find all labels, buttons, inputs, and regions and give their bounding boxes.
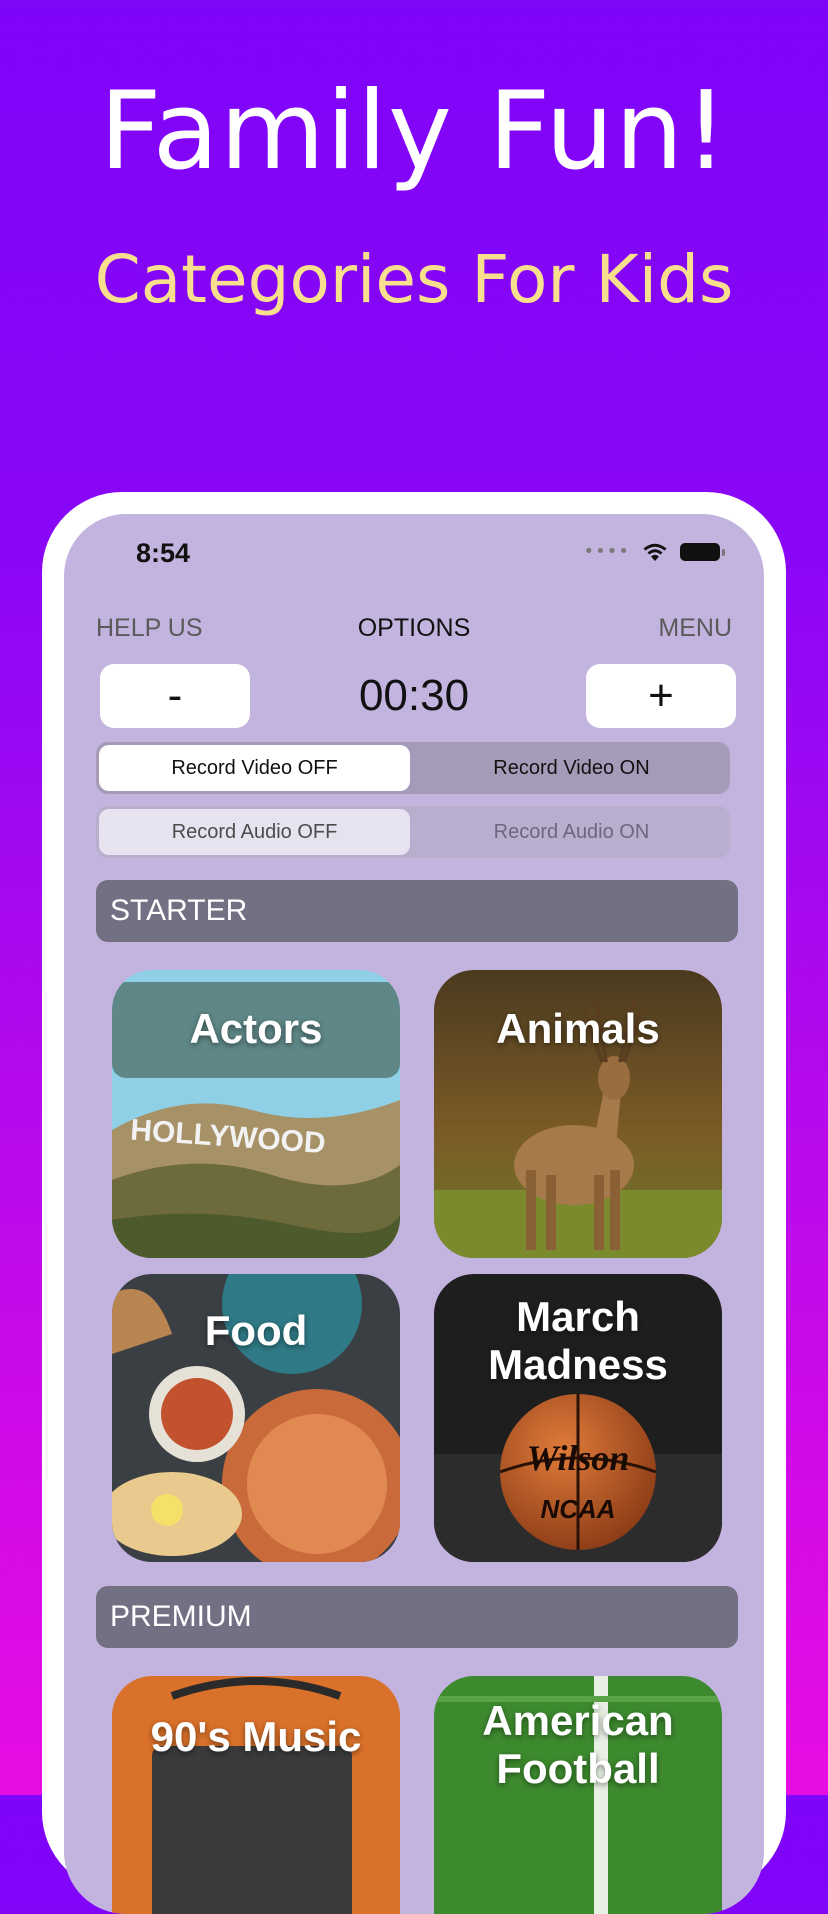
category-card-90s-music[interactable]: 90's Music [112,1676,400,1914]
signal-dots-icon: •••• [583,541,630,562]
section-header-starter: STARTER [96,880,738,942]
category-card-american-football[interactable]: American Football [434,1676,722,1914]
card-label-90s-music: 90's Music [150,1713,362,1760]
category-card-food[interactable]: Food [112,1274,400,1562]
ball-brand-text: Wilson [527,1438,630,1478]
record-video-on-option[interactable]: Record Video ON [416,745,727,791]
card-label-march-madness-line1: March [516,1293,640,1340]
record-video-off-option[interactable]: Record Video OFF [99,745,410,791]
record-audio-on-option[interactable]: Record Audio ON [416,809,727,855]
category-card-actors[interactable]: HOLLYWOOD Actors [112,970,400,1258]
card-label-march-madness-line2: Madness [488,1341,668,1388]
promo-subheadline: Categories For Kids [94,241,734,318]
increase-time-button[interactable]: + [586,664,736,728]
status-time: 8:54 [136,538,191,568]
record-audio-off-option[interactable]: Record Audio OFF [99,809,410,855]
card-label-actors: Actors [189,1005,323,1052]
category-card-animals[interactable]: Animals [434,970,722,1258]
card-label-american-football-line1: American [482,1697,674,1744]
card-label-animals: Animals [496,1005,660,1052]
card-label-american-football-line2: Football [496,1745,660,1792]
wifi-icon [643,543,667,561]
section-header-premium: PREMIUM [96,1586,738,1648]
help-us-button[interactable]: HELP US [96,614,203,643]
record-audio-toggle: Record Audio OFF Record Audio ON [96,806,730,858]
category-card-march-madness[interactable]: Wilson NCAA March Madness [434,1274,722,1562]
record-video-toggle: Record Video OFF Record Video ON [96,742,730,794]
status-icons: •••• [583,541,725,562]
battery-icon [680,543,725,561]
app-screen: 8:54 •••• OPTIONS HELP US MENU - 00:30 +… [64,514,764,1914]
card-label-food: Food [204,1307,308,1354]
promo-headline: Family Fun! [99,69,729,194]
menu-button[interactable]: MENU [658,614,732,643]
ball-mark-text: NCAA [540,1494,615,1524]
top-nav: OPTIONS HELP US MENU [96,614,732,650]
